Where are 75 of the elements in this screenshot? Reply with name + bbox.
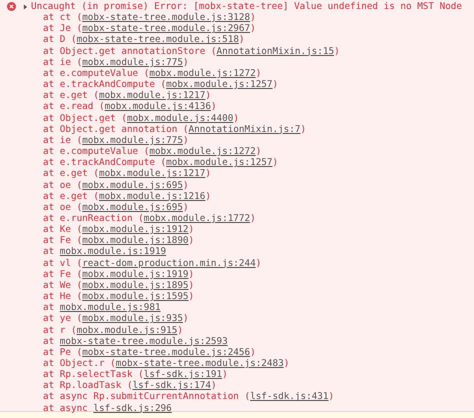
stack-frame: at Object.get annotation (AnnotationMixin.js:7) [0, 124, 306, 135]
stack-frame: at Object.get annotationStore (AnnotationMixin.js:15) [0, 46, 340, 57]
source-link[interactable]: mobx.module.js:1772 [144, 212, 250, 224]
stack-frame: at ie (mobx.module.js:775) [0, 56, 189, 68]
stack-frame: at Pe (mobx-state-tree.module.js:2456) [0, 346, 256, 358]
error-icon [7, 2, 16, 12]
stack-frame: at e.trackAndCompute (mobx.module.js:1257) [0, 157, 278, 168]
source-link[interactable]: AnnotationMixin.js:15 [216, 46, 334, 57]
source-link[interactable]: mobx.module.js:935 [82, 313, 183, 324]
source-link[interactable]: lsf-sdk.js:431 [250, 391, 328, 402]
source-link[interactable]: mobx.module.js:1890 [82, 235, 189, 246]
stack-frame: at Object.get (mobx.module.js:4400) [0, 112, 239, 124]
stack-frame: at Rp.loadTask (lsf-sdk.js:174) [0, 380, 217, 392]
stack-frame: at Fe (mobx.module.js:1890) [0, 235, 194, 246]
stack-frame: at mobx.module.js:1919 [0, 246, 166, 258]
source-link[interactable]: mobx.module.js:1919 [82, 268, 189, 280]
source-link[interactable]: mobx.module.js:4400 [126, 112, 234, 124]
stack-frame: at mobx-state-tree.module.js:2593 [0, 336, 228, 347]
stack-frame: at e.trackAndCompute (mobx.module.js:1257) [0, 79, 278, 90]
source-link[interactable]: mobx-state-tree.module.js:2593 [60, 336, 228, 347]
stack-frame: at async lsf-sdk.js:296 [0, 402, 172, 414]
source-link[interactable]: mobx.module.js:695 [82, 180, 183, 190]
source-link[interactable]: mobx.module.js:915 [76, 324, 178, 336]
stack-frame: at ie (mobx.module.js:775) [0, 134, 189, 146]
stack-frame: at Object.r (mobx-state-tree.module.js:2483) [0, 358, 290, 370]
stack-frame: at D (mobx-state-tree.module.js:518) [0, 34, 245, 46]
source-link[interactable]: mobx.module.js:1217 [98, 168, 206, 180]
source-link[interactable]: mobx.module.js:1919 [60, 246, 166, 258]
stack-frame: at Fe (mobx.module.js:1919) [0, 268, 194, 280]
source-link[interactable]: lsf-sdk.js:174 [132, 380, 211, 392]
source-link[interactable]: mobx.module.js:775 [82, 134, 183, 146]
source-link[interactable]: lsf-sdk.js:191 [144, 369, 222, 380]
source-link[interactable]: mobx-state-tree.module.js:2456 [82, 346, 250, 358]
stack-frame: at oe (mobx.module.js:695) [0, 202, 189, 213]
stack-frame: at e.computeValue (mobx.module.js:1272) [0, 68, 262, 80]
source-link[interactable]: mobx.module.js:695 [82, 202, 183, 213]
source-link[interactable]: mobx-state-tree.module.js:3128 [82, 12, 250, 24]
source-link[interactable]: mobx.module.js:1216 [98, 190, 206, 202]
expand-triangle-icon[interactable] [23, 4, 28, 10]
stack-frame: at ye (mobx.module.js:935) [0, 313, 189, 325]
source-link[interactable]: mobx.module.js:1912 [82, 224, 189, 236]
source-link[interactable]: mobx.module.js:4136 [104, 101, 211, 112]
stack-frame: at ct (mobx-state-tree.module.js:3128) [0, 12, 256, 24]
stack-frame: at e.computeValue (mobx.module.js:1272) [0, 146, 262, 158]
stack-frame: at We (mobx.module.js:1895) [0, 280, 194, 292]
stack-frame: at Je (mobx-state-tree.module.js:2967) [0, 23, 256, 34]
stack-frame: at async Rp.submitCurrentAnnotation (lsf-sdk.js:431) [0, 391, 334, 403]
stack-frame: at Rp.selectTask (lsf-sdk.js:191) [0, 369, 228, 380]
stack-frame: at vl (react-dom.production.min.js:244) [0, 258, 262, 269]
source-link[interactable]: mobx.module.js:1595 [82, 291, 189, 302]
source-link[interactable]: mobx.module.js:1895 [82, 280, 189, 291]
stack-frame: at e.read (mobx.module.js:4136) [0, 101, 217, 113]
source-link[interactable]: mobx.module.js:1257 [166, 157, 272, 168]
stack-frame: at r (mobx.module.js:915) [0, 324, 183, 336]
source-link[interactable]: mobx.module.js:1272 [149, 146, 256, 158]
stack-frame: at e.get (mobx.module.js:1217) [0, 90, 211, 102]
stack-frame: at mobx.module.js:981 [0, 302, 161, 314]
source-link[interactable]: lsf-sdk.js:296 [93, 402, 172, 414]
stack-frame: at e.get (mobx.module.js:1216) [0, 190, 211, 202]
source-link[interactable]: mobx.module.js:1257 [166, 79, 272, 90]
stack-frame: at e.get (mobx.module.js:1217) [0, 168, 211, 180]
stack-frame: at oe (mobx.module.js:695) [0, 180, 189, 191]
source-link[interactable]: mobx-state-tree.module.js:518 [76, 34, 239, 46]
source-link[interactable]: mobx.module.js:1272 [149, 68, 256, 79]
source-link[interactable]: AnnotationMixin.js:7 [188, 124, 300, 135]
source-link[interactable]: mobx-state-tree.module.js:2483 [116, 358, 284, 369]
stack-frame: at He (mobx.module.js:1595) [0, 291, 194, 302]
error-message: Uncaught (in promise) Error: [mobx-state-tree] Value undefined is no MST Node [31, 1, 462, 12]
source-link[interactable]: mobx.module.js:1217 [98, 90, 206, 102]
source-link[interactable]: react-dom.production.min.js:244 [82, 258, 256, 269]
stack-frame: at e.runReaction (mobx.module.js:1772) [0, 212, 256, 224]
source-link[interactable]: mobx.module.js:981 [60, 302, 161, 314]
source-link[interactable]: mobx.module.js:775 [82, 56, 183, 68]
stack-frame: at Ke (mobx.module.js:1912) [0, 224, 194, 236]
source-link[interactable]: mobx-state-tree.module.js:2967 [82, 23, 250, 34]
